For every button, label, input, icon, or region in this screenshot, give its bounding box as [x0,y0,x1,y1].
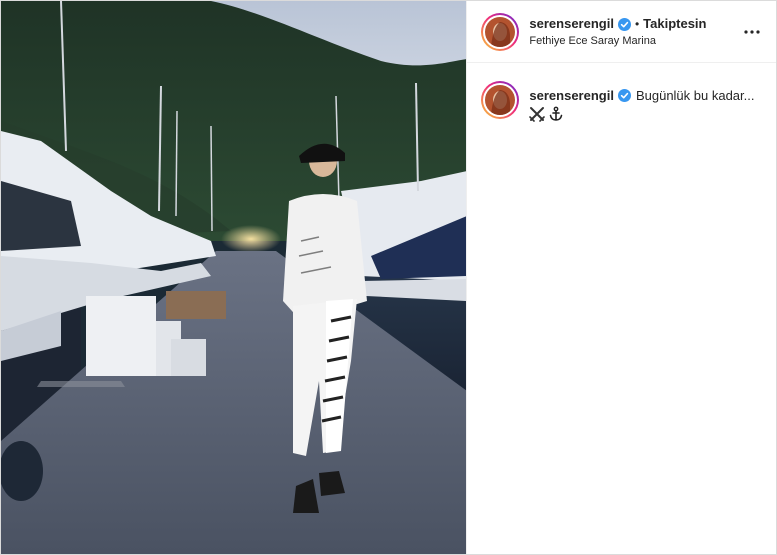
post-caption: serenserengil Bugünlük bu kadar... [467,63,776,126]
author-avatar-frame [483,14,518,49]
caption-avatar-frame [483,83,518,117]
caption-username[interactable]: serenserengil [529,87,614,104]
author-avatar-ring[interactable] [481,12,520,51]
post-sidebar: serenserengil • Takiptesin Fethiye Ece S… [466,1,776,554]
caption-text: Bugünlük bu kadar... [635,88,755,103]
avatar-photo [485,16,516,47]
more-options-icon[interactable] [740,20,764,44]
caption-emojis [529,106,754,126]
marina-photo-illustration [1,1,467,554]
avatar-photo [485,85,516,115]
header-row: serenserengil • Takiptesin [529,16,740,32]
instagram-post: serenserengil • Takiptesin Fethiye Ece S… [0,0,777,555]
author-username[interactable]: serenserengil [529,16,614,32]
caption-line: serenserengil Bugünlük bu kadar... [529,87,754,104]
location-link[interactable]: Fethiye Ece Saray Marina [529,35,740,47]
verified-badge-icon [617,17,631,31]
post-photo[interactable] [1,1,467,554]
verified-badge-icon [617,89,631,102]
following-button[interactable]: Takiptesin [643,16,706,32]
crossed-swords-icon [529,106,546,126]
post-header: serenserengil • Takiptesin Fethiye Ece S… [467,1,776,63]
avatar [485,85,516,115]
caption-avatar-ring[interactable] [481,81,520,119]
header-separator: • [634,17,640,31]
caption-body: serenserengil Bugünlük bu kadar... [529,81,754,126]
header-text: serenserengil • Takiptesin Fethiye Ece S… [529,16,740,47]
anchor-icon [548,106,564,126]
avatar [485,16,516,47]
